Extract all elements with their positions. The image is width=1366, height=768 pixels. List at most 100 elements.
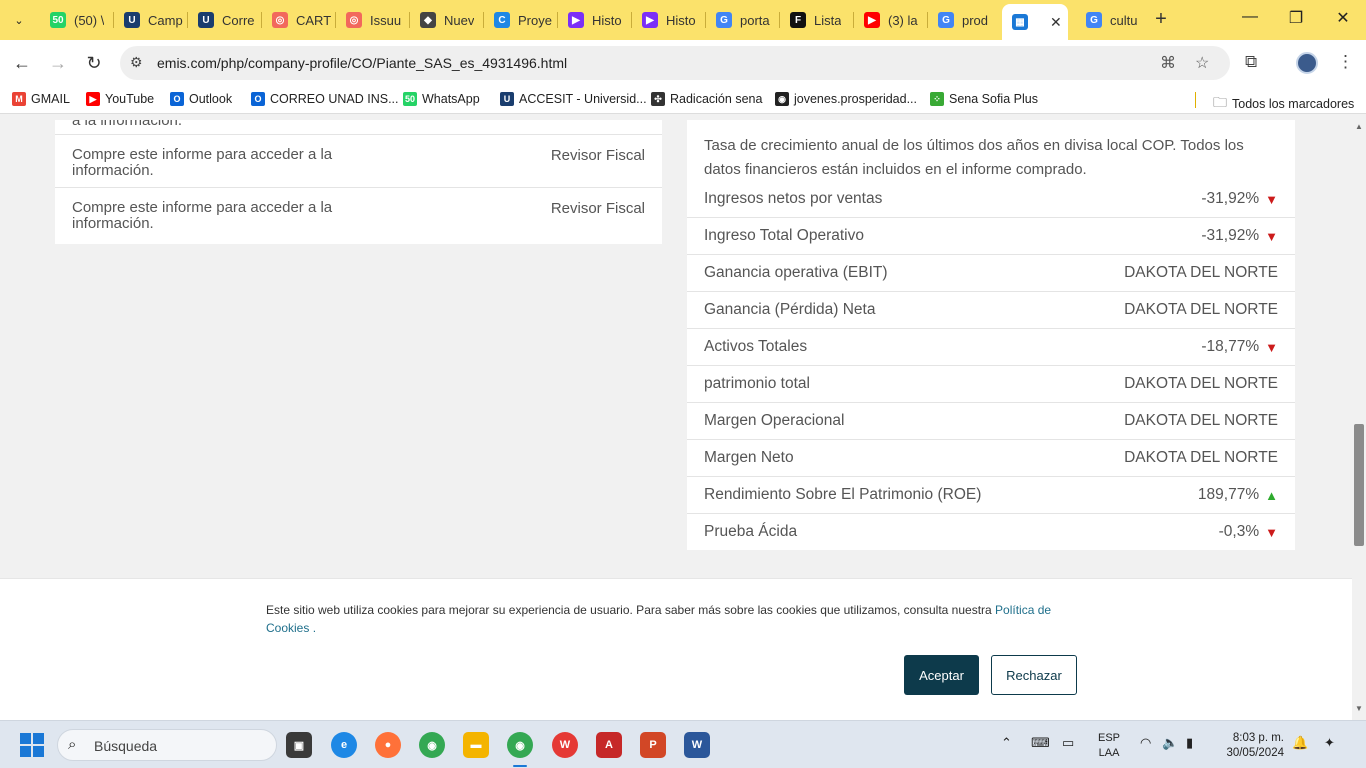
bookmark-item[interactable]: M GMAIL — [12, 92, 70, 106]
wps-icon[interactable]: W — [552, 732, 578, 758]
firefox-icon[interactable]: ● — [375, 732, 401, 758]
start-button[interactable] — [20, 733, 44, 757]
tab-label: Histo — [592, 12, 622, 28]
bookmark-item[interactable]: ⁘ Sena Sofia Plus — [930, 92, 1038, 106]
chrome-active-icon[interactable]: ◉ — [507, 732, 533, 758]
financial-row: patrimonio total DAKOTA DEL NORTE — [687, 366, 1295, 403]
page-scrollbar[interactable]: ▲ ▼ — [1352, 120, 1366, 720]
bookmark-label: YouTube — [105, 92, 155, 106]
scrollbar-thumb[interactable] — [1354, 424, 1364, 546]
tab-close-icon[interactable]: ✕ — [1050, 14, 1062, 31]
show-hidden-icons[interactable]: ⌃ — [1001, 735, 1012, 751]
bookmark-item[interactable]: 50 WhatsApp — [403, 92, 480, 106]
wifi-icon[interactable]: ◠ — [1140, 735, 1151, 751]
financial-value: DAKOTA DEL NORTE — [1124, 412, 1278, 429]
scroll-down-icon[interactable]: ▼ — [1355, 704, 1363, 713]
bookmark-star-icon[interactable]: ☆ — [1195, 53, 1209, 73]
tab-strip: ⌄ 50 (50) \ U Camp U Corre ◎ CART ◎ Issuu ◆ Nuev C Pr… — [0, 0, 1366, 40]
tab-favicon-icon: ◆ — [420, 12, 436, 28]
address-bar[interactable]: ⚙ emis.com/php/company-profile/CO/Piante… — [120, 46, 1230, 80]
browser-tab[interactable]: U Corre — [188, 6, 262, 34]
browser-tab[interactable]: ◎ CART — [262, 6, 336, 34]
bookmark-favicon-icon: ▶ — [86, 92, 100, 106]
edge-icon[interactable]: e — [331, 732, 357, 758]
financials-note: Tasa de crecimiento anual de los últimos… — [704, 137, 1244, 178]
row-divider — [55, 134, 662, 135]
menu-icon[interactable]: ⋮ — [1337, 52, 1354, 72]
financial-value: -0,3% — [1218, 523, 1260, 540]
minimize-icon[interactable]: — — [1240, 8, 1260, 26]
bookmark-item[interactable]: U ACCESIT - Universid... — [500, 92, 647, 106]
translate-icon[interactable]: ⌘ — [1160, 53, 1176, 73]
bookmark-favicon-icon: M — [12, 92, 26, 106]
tab-search-icon[interactable]: ⌄ — [8, 9, 30, 31]
clock[interactable]: 8:03 p. m. 30/05/2024 — [1218, 731, 1284, 761]
financial-value-wrap: DAKOTA DEL NORTE — [1124, 301, 1278, 319]
file-explorer-icon[interactable]: ▬ — [463, 732, 489, 758]
language-indicator[interactable]: ESP LAA — [1098, 731, 1120, 761]
browser-tab[interactable]: ◆ Nuev — [410, 6, 484, 34]
bookmark-item[interactable]: ▶ YouTube — [86, 92, 154, 106]
browser-tab[interactable]: Gcultu — [1076, 6, 1150, 34]
tablet-icon[interactable]: ▭ — [1062, 735, 1074, 751]
financial-label: Rendimiento Sobre El Patrimonio (ROE) — [704, 486, 982, 503]
accept-cookies-button[interactable]: Aceptar — [904, 655, 979, 695]
new-tab-button[interactable]: + — [1150, 8, 1172, 31]
browser-tab[interactable]: U Camp — [114, 6, 188, 34]
financial-value: DAKOTA DEL NORTE — [1124, 301, 1278, 318]
reject-cookies-button[interactable]: Rechazar — [991, 655, 1077, 695]
url-text[interactable]: emis.com/php/company-profile/CO/Piante_S… — [157, 55, 567, 71]
bookmark-item[interactable]: ◉ jovenes.prosperidad... — [775, 92, 917, 106]
acrobat-icon[interactable]: A — [596, 732, 622, 758]
close-window-icon[interactable]: ✕ — [1333, 8, 1353, 28]
financial-value-wrap: DAKOTA DEL NORTE — [1124, 264, 1278, 282]
financial-label: Margen Operacional — [704, 412, 845, 429]
browser-tab[interactable]: Gprod — [928, 6, 1002, 34]
volume-icon[interactable]: 🔈 — [1162, 735, 1178, 751]
word-icon[interactable]: W — [684, 732, 710, 758]
financial-label: Ingresos netos por ventas — [704, 190, 883, 207]
financial-label: Ingreso Total Operativo — [704, 227, 864, 244]
chrome-icon[interactable]: ◉ — [419, 732, 445, 758]
browser-tab[interactable]: ◎ Issuu — [336, 6, 410, 34]
copilot-icon[interactable]: ✦ — [1324, 735, 1335, 751]
bookmark-item[interactable]: O Outlook — [170, 92, 232, 106]
financial-value: -31,92% — [1201, 227, 1260, 244]
trend-down-icon: ▼ — [1265, 191, 1278, 207]
browser-tab[interactable]: 50 (50) \ — [40, 6, 114, 34]
site-info-icon[interactable]: ⚙ — [130, 54, 143, 71]
financial-row: Activos Totales -18,77% ▼ — [687, 329, 1295, 366]
browser-tab[interactable]: ▶ Histo — [558, 6, 632, 34]
taskbar-search[interactable]: ⌕ Búsqueda — [57, 729, 277, 761]
partial-row-text: a la información. — [72, 120, 183, 129]
scroll-up-icon[interactable]: ▲ — [1355, 122, 1363, 131]
row-role: Revisor Fiscal — [550, 147, 645, 164]
notification-bell-icon[interactable]: 🔔 — [1292, 735, 1308, 751]
reload-icon[interactable]: ↻ — [83, 52, 105, 74]
tab-favicon-icon: ◎ — [272, 12, 288, 28]
trend-down-icon: ▼ — [1265, 339, 1278, 355]
bookmark-item[interactable]: O CORREO UNAD INS... — [251, 92, 399, 106]
browser-tab[interactable]: F Lista — [780, 6, 854, 34]
task-view-icon[interactable]: ▣ — [286, 732, 312, 758]
tab-label: prod — [962, 12, 989, 28]
powerpoint-icon[interactable]: P — [640, 732, 666, 758]
bookmark-label: jovenes.prosperidad... — [794, 92, 917, 106]
browser-tab[interactable]: ▶ (3) la — [854, 6, 928, 34]
browser-tab[interactable]: ▶ Histo — [632, 6, 706, 34]
back-icon[interactable]: ← — [11, 52, 33, 74]
trend-down-icon: ▼ — [1265, 228, 1278, 244]
tab-favicon-icon: U — [198, 12, 214, 28]
browser-tab[interactable]: Gporta — [706, 6, 780, 34]
forward-icon[interactable]: → — [47, 52, 69, 74]
profile-avatar[interactable] — [1296, 52, 1318, 74]
bookmark-item[interactable]: ✣ Radicación sena — [651, 92, 762, 106]
battery-icon[interactable]: ▮ — [1186, 735, 1193, 751]
financial-label: Ganancia operativa (EBIT) — [704, 264, 888, 281]
browser-tab[interactable]: ▦I✕ — [1002, 4, 1068, 40]
all-bookmarks[interactable]: 🗀 Todos los marcadores — [1213, 92, 1354, 116]
restore-icon[interactable]: ❐ — [1286, 8, 1306, 28]
keyboard-icon[interactable]: ⌨ — [1031, 735, 1050, 751]
browser-tab[interactable]: C Proye — [484, 6, 558, 34]
extensions-icon[interactable]: ⧉ — [1245, 52, 1257, 72]
